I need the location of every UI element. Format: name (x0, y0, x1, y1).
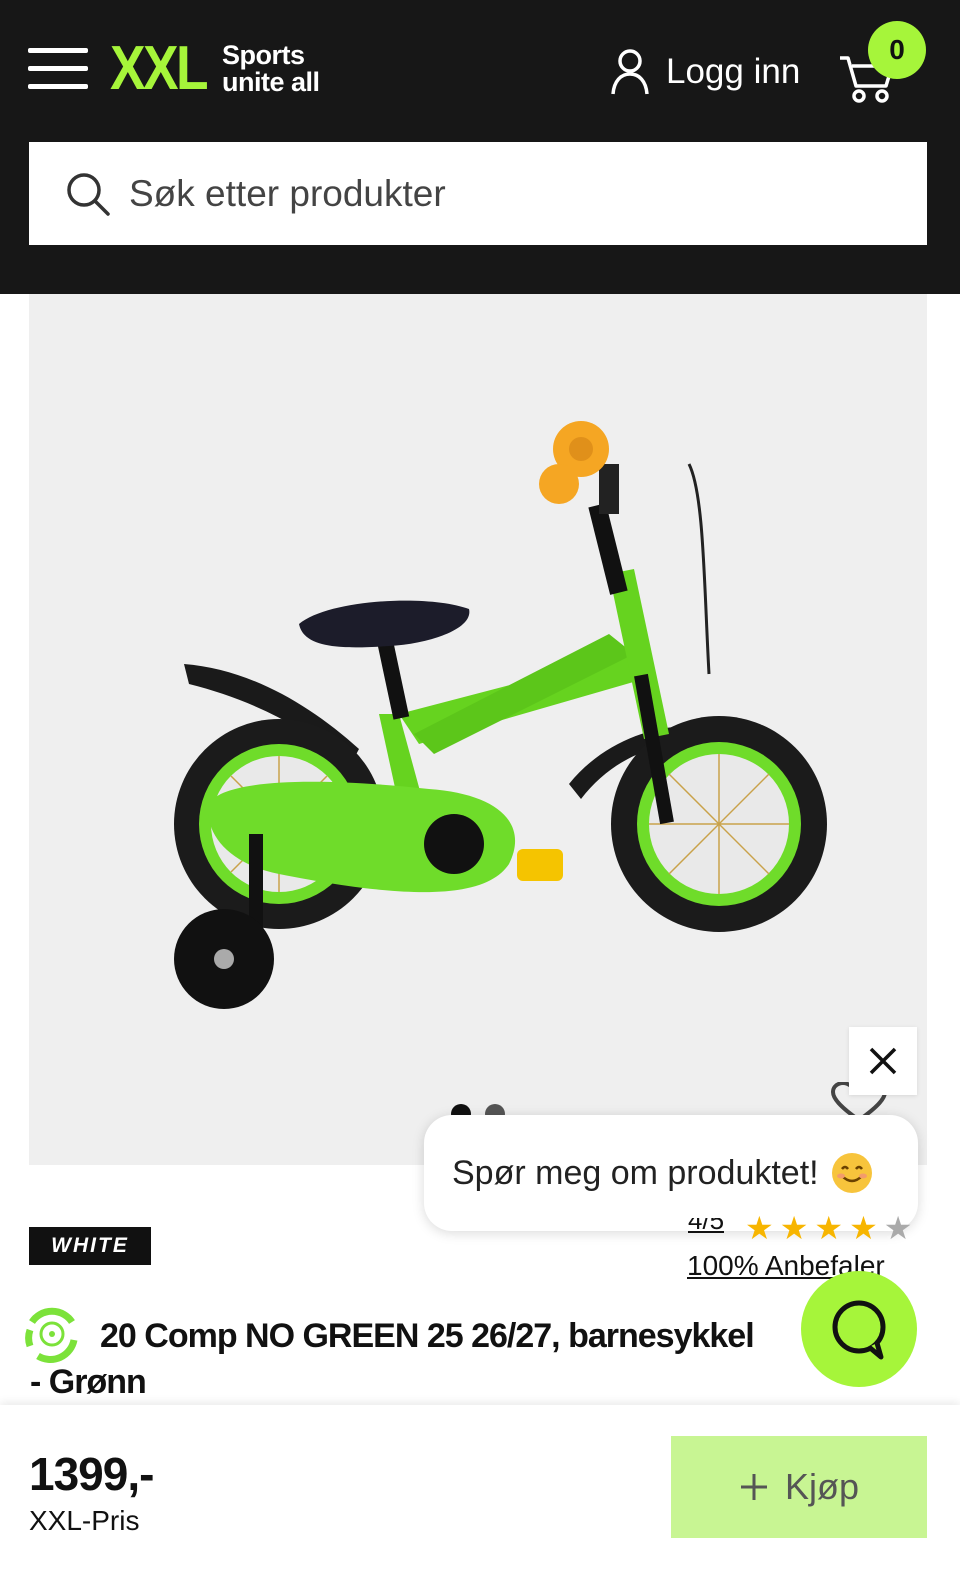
xxl-logo[interactable]: XXL Sports unite all (110, 34, 320, 103)
product-price: 1399,- (29, 1448, 154, 1500)
buy-label: Kjøp (784, 1466, 860, 1507)
product-image-bike (174, 421, 827, 1009)
search-input[interactable] (129, 172, 849, 215)
logo-tagline: Sports unite all (222, 40, 320, 97)
cart-count-badge[interactable]: 0 (868, 21, 926, 79)
recycle-eco-icon (25, 1307, 78, 1363)
star-icon: ★ (814, 1210, 844, 1246)
smile-emoji-icon (831, 1153, 872, 1193)
sticky-buy-bar: 1399,- XXL-Pris Kjøp (0, 1405, 960, 1574)
product-title-line-2: - Grønn (30, 1363, 147, 1401)
plus-icon (740, 1474, 767, 1500)
rating-stars: ★ ★ ★ ★ ★ (745, 1212, 912, 1244)
product-image-gallery[interactable] (29, 294, 927, 1165)
logo-wordmark: XXL (110, 34, 209, 103)
chat-icon (832, 1300, 886, 1360)
star-icon: ★ (849, 1210, 878, 1246)
star-empty-icon: ★ (883, 1210, 913, 1246)
login-link[interactable]: Logg inn (610, 46, 800, 98)
search-bar[interactable] (29, 142, 927, 245)
search-icon (67, 172, 110, 216)
close-icon (869, 1047, 897, 1075)
user-icon (611, 49, 649, 95)
close-chat-prompt-button[interactable] (849, 1027, 917, 1095)
brand-logo[interactable]: WHITE (29, 1227, 151, 1265)
rating-score[interactable]: 4/5 (688, 1218, 724, 1236)
price-label: XXL-Pris (29, 1505, 140, 1536)
hamburger-menu-icon[interactable] (28, 48, 88, 92)
site-header: XXL Sports unite all Logg inn 0 (0, 0, 960, 294)
chat-prompt-text: Spør meg om produktet! (452, 1153, 819, 1192)
star-icon: ★ (779, 1210, 809, 1246)
chat-button[interactable] (801, 1271, 917, 1387)
star-icon: ★ (745, 1210, 774, 1246)
brand-name: WHITE (51, 1234, 129, 1257)
product-title: 20 Comp NO GREEN 25 26/27, barnesykkel (100, 1317, 755, 1355)
login-label: Logg inn (666, 52, 801, 91)
buy-button[interactable]: Kjøp (671, 1436, 927, 1538)
